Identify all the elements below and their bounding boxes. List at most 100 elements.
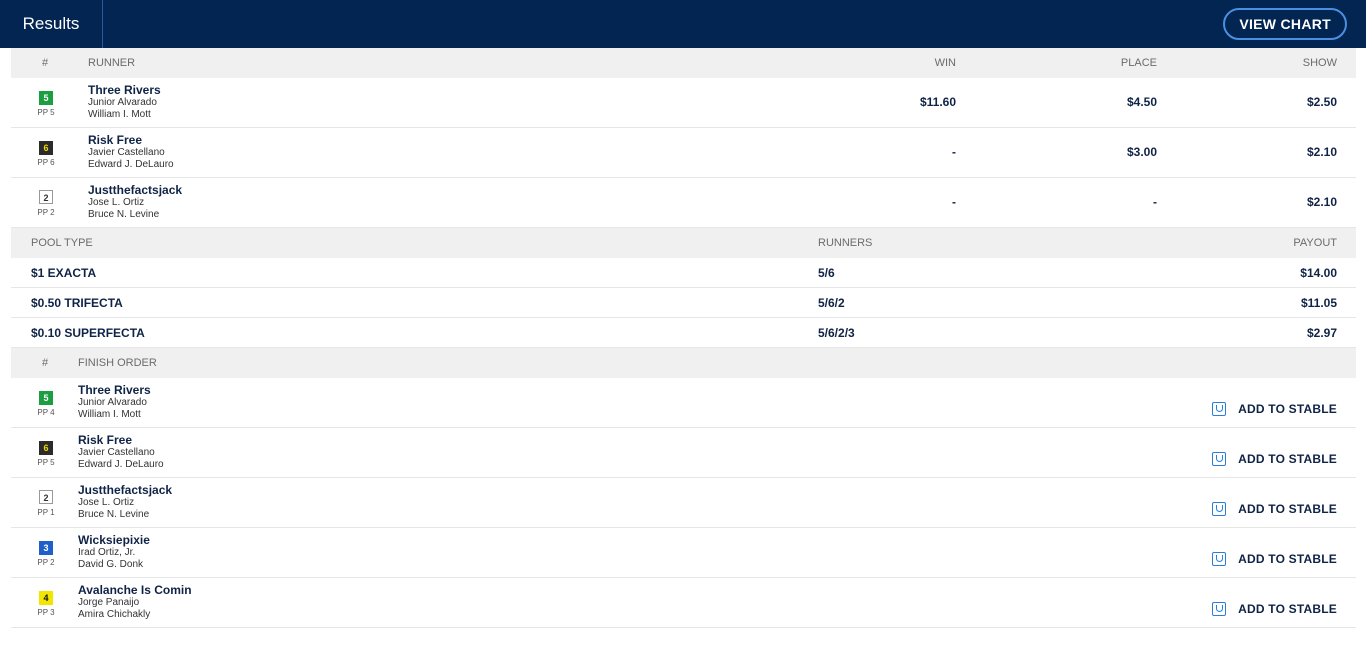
jockey-name: Javier Castellano (88, 147, 165, 158)
col-header-show: SHOW (1302, 57, 1337, 69)
horseshoe-icon (1212, 602, 1227, 616)
pool-rows: $1 EXACTA 5/6 $14.00 $0.50 TRIFECTA 5/6/… (11, 258, 1356, 348)
finish-table-header: # FINISH ORDER (11, 348, 1356, 378)
post-position: PP 6 (37, 158, 55, 167)
program-badge-wrap: 6 PP 5 (34, 438, 58, 467)
program-number-badge: 2 (39, 490, 53, 504)
pool-runners: 5/6 (818, 266, 835, 280)
top-bar: Results VIEW CHART (0, 0, 1366, 48)
runner-info: Justthefactsjack Jose L. Ortiz Bruce N. … (88, 183, 182, 221)
runner-name[interactable]: Risk Free (78, 433, 164, 447)
program-number-badge: 6 (39, 441, 53, 455)
runner-info: Risk Free Javier Castellano Edward J. De… (78, 433, 164, 471)
page-title: Results (0, 0, 103, 48)
trainer-name: Edward J. DeLauro (88, 159, 174, 170)
finish-order-row: 3 PP 2 Wicksiepixie Irad Ortiz, Jr. Davi… (11, 528, 1356, 578)
post-position: PP 2 (37, 558, 55, 567)
results-table-row: 2 PP 2 Justthefactsjack Jose L. Ortiz Br… (11, 178, 1356, 228)
pool-type: $1 EXACTA (31, 266, 97, 280)
horseshoe-icon (1212, 502, 1227, 516)
trainer-name: Bruce N. Levine (88, 209, 160, 220)
trainer-name: Bruce N. Levine (78, 509, 150, 520)
runner-info: Risk Free Javier Castellano Edward J. De… (88, 133, 174, 171)
program-badge-wrap: 5 PP 4 (34, 388, 58, 417)
col-header-runners: RUNNERS (818, 237, 873, 249)
finish-rows: 5 PP 4 Three Rivers Junior Alvarado Will… (11, 378, 1356, 628)
post-position: PP 3 (37, 608, 55, 617)
results-table-row: 6 PP 6 Risk Free Javier Castellano Edwar… (11, 128, 1356, 178)
add-to-stable-label: ADD TO STABLE (1238, 452, 1337, 466)
runner-name[interactable]: Wicksiepixie (78, 533, 150, 547)
place-payout: $3.00 (1126, 145, 1157, 159)
pool-type: $0.10 SUPERFECTA (31, 326, 145, 340)
view-chart-button[interactable]: VIEW CHART (1223, 8, 1347, 40)
program-number-badge: 4 (39, 591, 53, 605)
place-payout: - (1153, 195, 1157, 209)
pool-payout: $14.00 (1300, 266, 1337, 280)
jockey-name: Jose L. Ortiz (78, 497, 135, 508)
horseshoe-icon (1212, 402, 1227, 416)
horseshoe-icon (1212, 452, 1227, 466)
runner-info: Wicksiepixie Irad Ortiz, Jr. David G. Do… (78, 533, 150, 571)
program-number-badge: 5 (39, 391, 53, 405)
program-number-badge: 5 (39, 91, 53, 105)
pool-table-row: $0.50 TRIFECTA 5/6/2 $11.05 (11, 288, 1356, 318)
program-number-badge: 2 (39, 190, 53, 204)
jockey-name: Irad Ortiz, Jr. (78, 547, 136, 558)
add-to-stable-button[interactable]: ADD TO STABLE (1212, 402, 1337, 416)
runner-name[interactable]: Three Rivers (88, 83, 161, 97)
pool-payout: $2.97 (1306, 326, 1337, 340)
runner-name[interactable]: Justthefactsjack (78, 483, 172, 497)
post-position: PP 1 (37, 508, 55, 517)
post-position: PP 5 (37, 458, 55, 467)
program-number-badge: 6 (39, 141, 53, 155)
runner-info: Three Rivers Junior Alvarado William I. … (78, 383, 151, 421)
post-position: PP 2 (37, 208, 55, 217)
finish-order-row: 6 PP 5 Risk Free Javier Castellano Edwar… (11, 428, 1356, 478)
post-position: PP 4 (37, 408, 55, 417)
add-to-stable-label: ADD TO STABLE (1238, 602, 1337, 616)
results-table-header: # RUNNER WIN PLACE SHOW (11, 48, 1356, 78)
add-to-stable-button[interactable]: ADD TO STABLE (1212, 602, 1337, 616)
add-to-stable-button[interactable]: ADD TO STABLE (1212, 452, 1337, 466)
jockey-name: Javier Castellano (78, 447, 155, 458)
pool-type: $0.50 TRIFECTA (31, 296, 123, 310)
jockey-name: Junior Alvarado (78, 397, 147, 408)
runner-name[interactable]: Risk Free (88, 133, 174, 147)
pool-payout: $11.05 (1300, 296, 1337, 310)
finish-order-row: 2 PP 1 Justthefactsjack Jose L. Ortiz Br… (11, 478, 1356, 528)
runner-info: Justthefactsjack Jose L. Ortiz Bruce N. … (78, 483, 172, 521)
win-payout: - (952, 145, 956, 159)
pool-runners: 5/6/2/3 (818, 326, 855, 340)
trainer-name: William I. Mott (88, 109, 151, 120)
program-badge-wrap: 2 PP 1 (34, 488, 58, 517)
col-header-win: WIN (934, 57, 956, 69)
results-rows: 5 PP 5 Three Rivers Junior Alvarado Will… (11, 78, 1356, 228)
col-header-finish-num: # (42, 357, 49, 369)
runner-name[interactable]: Three Rivers (78, 383, 151, 397)
pool-table-row: $0.10 SUPERFECTA 5/6/2/3 $2.97 (11, 318, 1356, 348)
program-number-badge: 3 (39, 541, 53, 555)
jockey-name: Jose L. Ortiz (88, 197, 145, 208)
program-badge-wrap: 5 PP 5 (34, 88, 58, 117)
results-content: # RUNNER WIN PLACE SHOW 5 PP 5 Three Riv… (11, 48, 1356, 628)
jockey-name: Jorge Panaijo (78, 597, 140, 608)
show-payout: $2.10 (1306, 145, 1337, 159)
win-payout: - (952, 195, 956, 209)
runner-name[interactable]: Avalanche Is Comin (78, 583, 192, 597)
add-to-stable-label: ADD TO STABLE (1238, 552, 1337, 566)
col-header-pool-type: POOL TYPE (31, 237, 93, 249)
post-position: PP 5 (37, 108, 55, 117)
place-payout: $4.50 (1126, 95, 1157, 109)
trainer-name: Edward J. DeLauro (78, 459, 164, 470)
add-to-stable-button[interactable]: ADD TO STABLE (1212, 502, 1337, 516)
results-table-row: 5 PP 5 Three Rivers Junior Alvarado Will… (11, 78, 1356, 128)
add-to-stable-label: ADD TO STABLE (1238, 502, 1337, 516)
col-header-payout: PAYOUT (1293, 237, 1337, 249)
col-header-place: PLACE (1120, 57, 1157, 69)
pool-table-row: $1 EXACTA 5/6 $14.00 (11, 258, 1356, 288)
add-to-stable-button[interactable]: ADD TO STABLE (1212, 552, 1337, 566)
runner-name[interactable]: Justthefactsjack (88, 183, 182, 197)
runner-info: Avalanche Is Comin Jorge Panaijo Amira C… (78, 583, 192, 621)
trainer-name: David G. Donk (78, 559, 144, 570)
